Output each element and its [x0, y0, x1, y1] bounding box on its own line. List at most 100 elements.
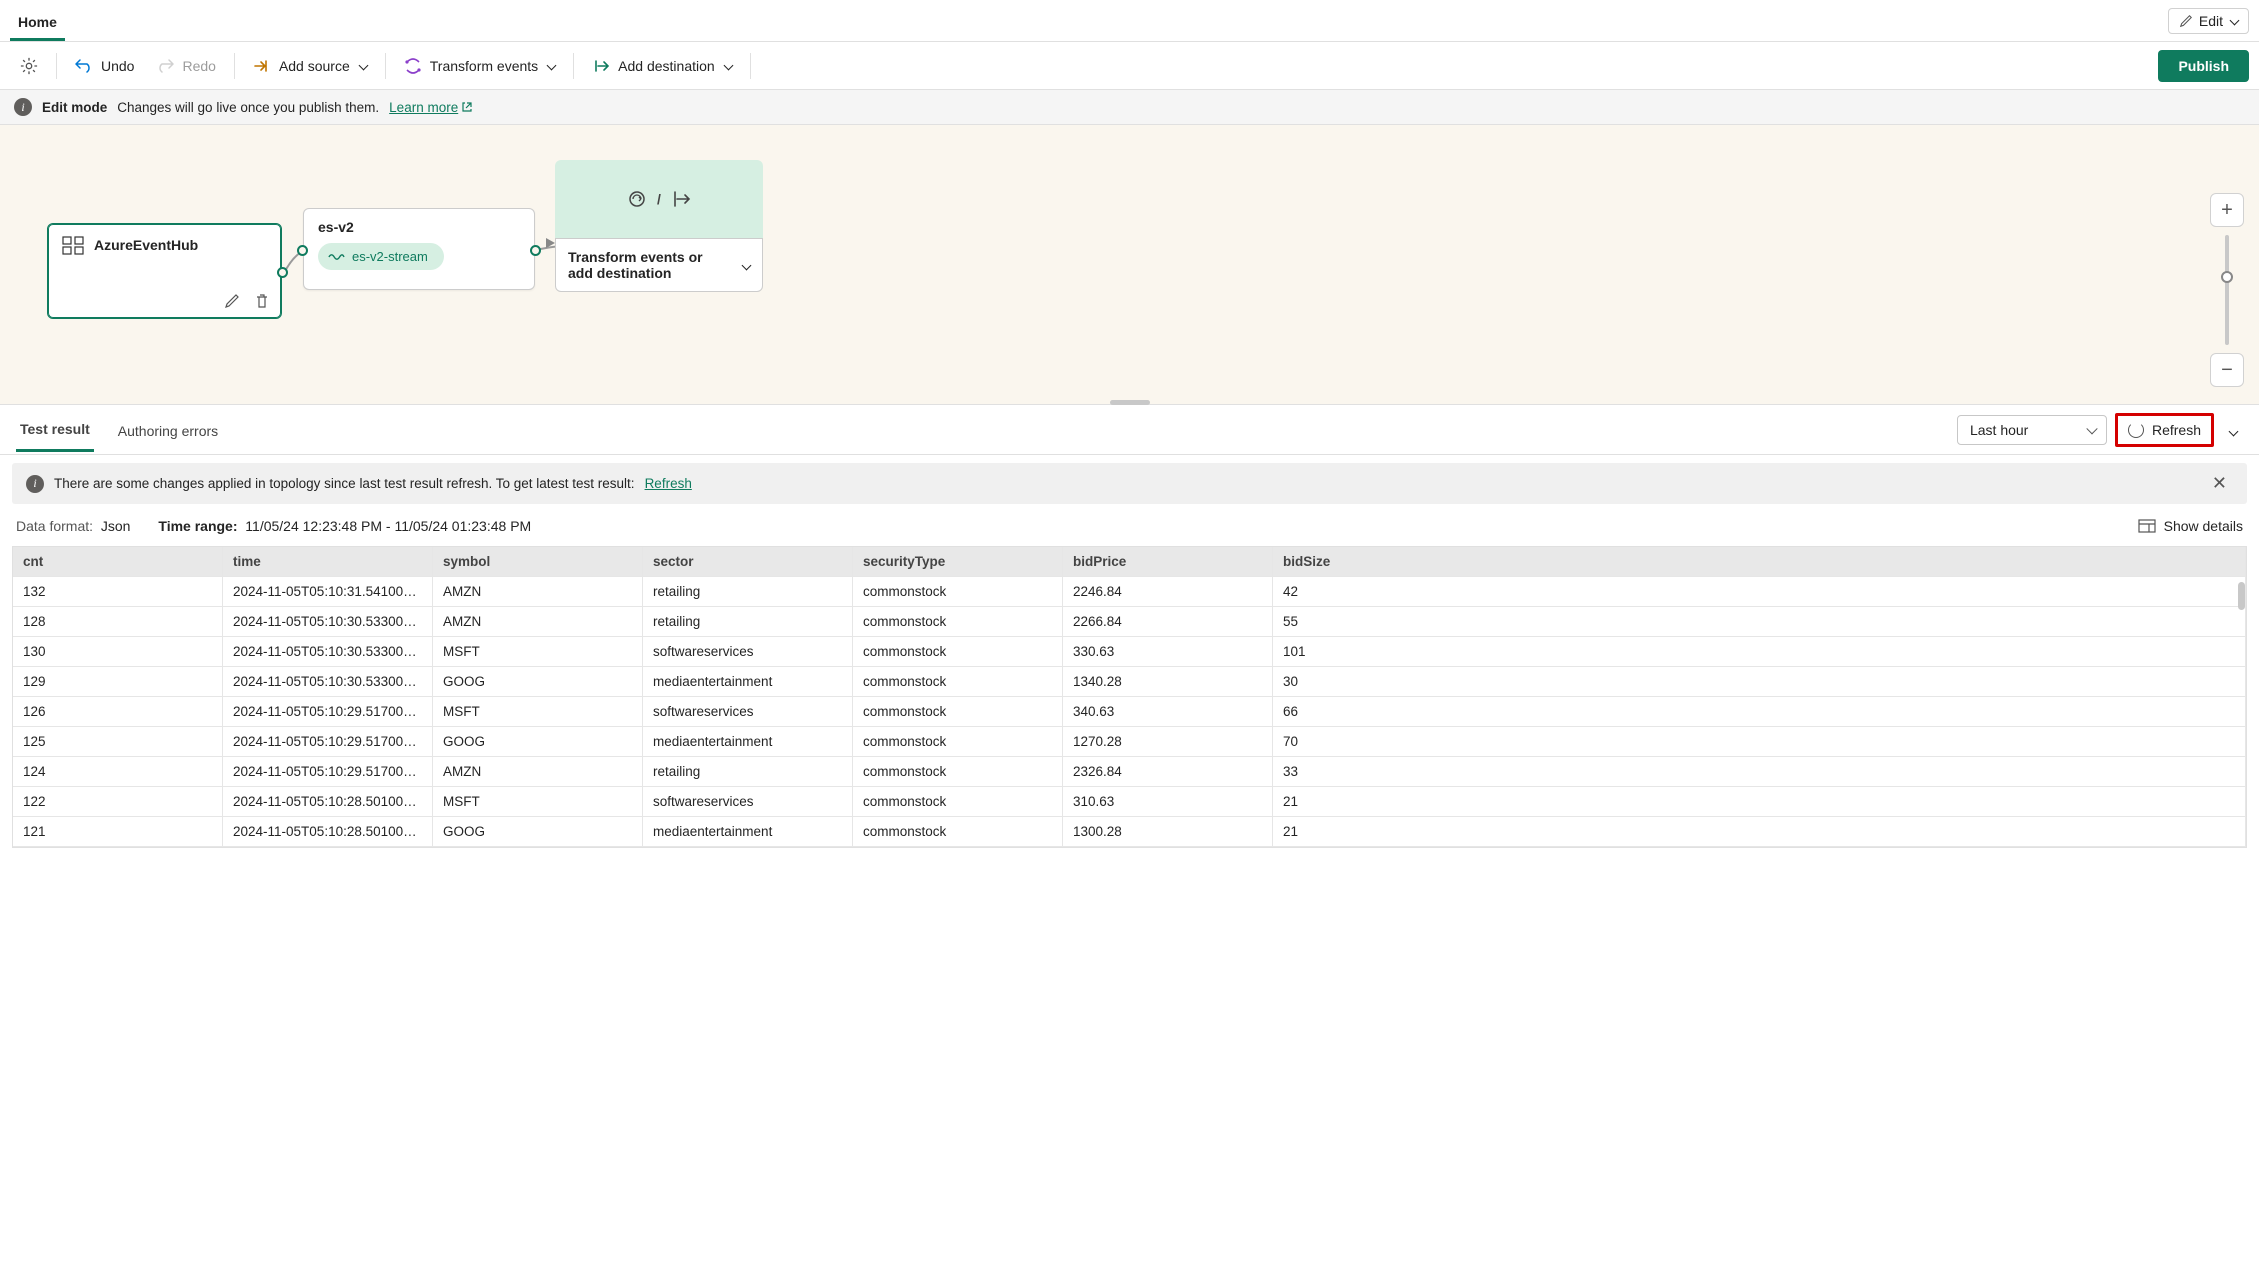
dest-action-label: Transform events or add destination	[568, 249, 718, 281]
edit-node-button[interactable]	[221, 290, 243, 312]
tab-test-result[interactable]: Test result	[16, 407, 94, 452]
grid-cell: commonstock	[853, 757, 1063, 787]
table-row[interactable]: 1222024-11-05T05:10:28.5010000ZMSFTsoftw…	[13, 787, 2246, 817]
transform-circular-icon	[627, 189, 647, 209]
grid-cell: 1270.28	[1063, 727, 1273, 757]
grid-cell: 55	[1273, 607, 2246, 637]
grid-cell: softwareservices	[643, 697, 853, 727]
delete-node-button[interactable]	[251, 290, 273, 312]
edit-dropdown[interactable]: Edit	[2168, 8, 2249, 34]
grid-cell: mediaentertainment	[643, 817, 853, 847]
table-row[interactable]: 1302024-11-05T05:10:30.5330000ZMSFTsoftw…	[13, 637, 2246, 667]
warn-refresh-link[interactable]: Refresh	[645, 476, 692, 491]
stream-pill[interactable]: es-v2-stream	[318, 243, 444, 270]
grid-cell: AMZN	[433, 757, 643, 787]
table-row[interactable]: 1262024-11-05T05:10:29.5170000ZMSFTsoftw…	[13, 697, 2246, 727]
settings-button[interactable]	[10, 51, 48, 81]
zoom-control: + −	[2209, 193, 2245, 387]
chevron-down-icon	[358, 61, 368, 71]
grid-cell: 21	[1273, 817, 2246, 847]
output-port[interactable]	[530, 245, 541, 256]
learn-more-link[interactable]: Learn more	[389, 100, 473, 115]
topology-canvas[interactable]: AzureEventHub es-v2 es-v2-stream /	[0, 125, 2259, 405]
add-source-label: Add source	[279, 58, 350, 74]
grid-cell: 2024-11-05T05:10:30.5330000Z	[223, 607, 433, 637]
grid-cell: 2024-11-05T05:10:28.5010000Z	[223, 787, 433, 817]
grid-cell: commonstock	[853, 667, 1063, 697]
info-icon: i	[14, 98, 32, 116]
add-source-button[interactable]: Add source	[243, 52, 377, 80]
node-stream-title: es-v2	[318, 219, 520, 235]
grid-cell: commonstock	[853, 577, 1063, 607]
table-row[interactable]: 1212024-11-05T05:10:28.5010000ZGOOGmedia…	[13, 817, 2246, 847]
close-banner-button[interactable]: ✕	[2206, 471, 2233, 496]
zoom-in-button[interactable]: +	[2210, 193, 2244, 227]
grid-cell: 66	[1273, 697, 2246, 727]
info-icon: i	[26, 475, 44, 493]
grid-cell: MSFT	[433, 637, 643, 667]
grid-cell: GOOG	[433, 667, 643, 697]
add-destination-button[interactable]: Add destination	[582, 52, 742, 80]
time-range-select[interactable]: Last hour	[1957, 415, 2107, 445]
grid-header-cell[interactable]: securityType	[853, 547, 1063, 577]
add-destination-label: Add destination	[618, 58, 715, 74]
grid-cell: 2246.84	[1063, 577, 1273, 607]
zoom-slider[interactable]	[2225, 235, 2229, 345]
tab-authoring-errors[interactable]: Authoring errors	[114, 409, 222, 451]
grid-header-cell[interactable]: symbol	[433, 547, 643, 577]
undo-label: Undo	[101, 58, 134, 74]
chevron-down-icon	[2229, 426, 2239, 436]
grid-cell: 340.63	[1063, 697, 1273, 727]
grid-cell: commonstock	[853, 637, 1063, 667]
undo-button[interactable]: Undo	[65, 52, 144, 80]
grid-cell: 2024-11-05T05:10:31.5410000Z	[223, 577, 433, 607]
chevron-down-icon	[742, 260, 752, 270]
add-destination-icon	[592, 59, 610, 73]
table-row[interactable]: 1242024-11-05T05:10:29.5170000ZAMZNretai…	[13, 757, 2246, 787]
redo-icon	[156, 59, 174, 73]
output-port[interactable]	[277, 267, 288, 278]
grid-header-row: cnttimesymbolsectorsecurityTypebidPriceb…	[13, 547, 2246, 577]
tab-home[interactable]: Home	[10, 4, 65, 41]
refresh-button[interactable]: Refresh	[2115, 413, 2214, 447]
grid-cell: 125	[13, 727, 223, 757]
table-row[interactable]: 1322024-11-05T05:10:31.5410000ZAMZNretai…	[13, 577, 2246, 607]
panel-resize-handle[interactable]	[1110, 400, 1150, 405]
transform-icon	[404, 58, 422, 74]
grid-cell: commonstock	[853, 727, 1063, 757]
show-details-button[interactable]: Show details	[2138, 518, 2243, 534]
table-row[interactable]: 1292024-11-05T05:10:30.5330000ZGOOGmedia…	[13, 667, 2246, 697]
input-port[interactable]	[297, 245, 308, 256]
grid-header-cell[interactable]: sector	[643, 547, 853, 577]
grid-cell: 330.63	[1063, 637, 1273, 667]
grid-header-cell[interactable]: time	[223, 547, 433, 577]
node-azure-event-hub[interactable]: AzureEventHub	[47, 223, 282, 319]
grid-cell: 2024-11-05T05:10:30.5330000Z	[223, 667, 433, 697]
zoom-out-button[interactable]: −	[2210, 353, 2244, 387]
refresh-label: Refresh	[2152, 422, 2201, 438]
stale-result-banner: i There are some changes applied in topo…	[12, 463, 2247, 504]
table-row[interactable]: 1252024-11-05T05:10:29.5170000ZGOOGmedia…	[13, 727, 2246, 757]
node-es-v2[interactable]: es-v2 es-v2-stream	[303, 208, 535, 290]
redo-button[interactable]: Redo	[146, 52, 225, 80]
grid-header-cell[interactable]: cnt	[13, 547, 223, 577]
grid-cell: softwareservices	[643, 787, 853, 817]
event-hub-icon	[62, 236, 84, 254]
grid-header-cell[interactable]: bidPrice	[1063, 547, 1273, 577]
bottom-panel-tabs: Test result Authoring errors Last hour R…	[0, 405, 2259, 455]
infobar-title: Edit mode	[42, 100, 107, 115]
zoom-thumb[interactable]	[2221, 271, 2233, 283]
refresh-options-dropdown[interactable]	[2222, 416, 2243, 444]
grid-cell: 132	[13, 577, 223, 607]
grid-header-cell[interactable]: bidSize	[1273, 547, 2246, 577]
time-range-label: Time range:	[158, 518, 237, 534]
arrowhead-icon	[546, 238, 555, 248]
redo-label: Redo	[182, 58, 215, 74]
grid-cell: MSFT	[433, 697, 643, 727]
grid-cell: 2266.84	[1063, 607, 1273, 637]
publish-button[interactable]: Publish	[2158, 50, 2249, 82]
grid-scrollbar[interactable]	[2238, 582, 2245, 610]
table-row[interactable]: 1282024-11-05T05:10:30.5330000ZAMZNretai…	[13, 607, 2246, 637]
transform-events-button[interactable]: Transform events	[394, 52, 565, 80]
dest-action-button[interactable]: Transform events or add destination	[555, 238, 763, 292]
